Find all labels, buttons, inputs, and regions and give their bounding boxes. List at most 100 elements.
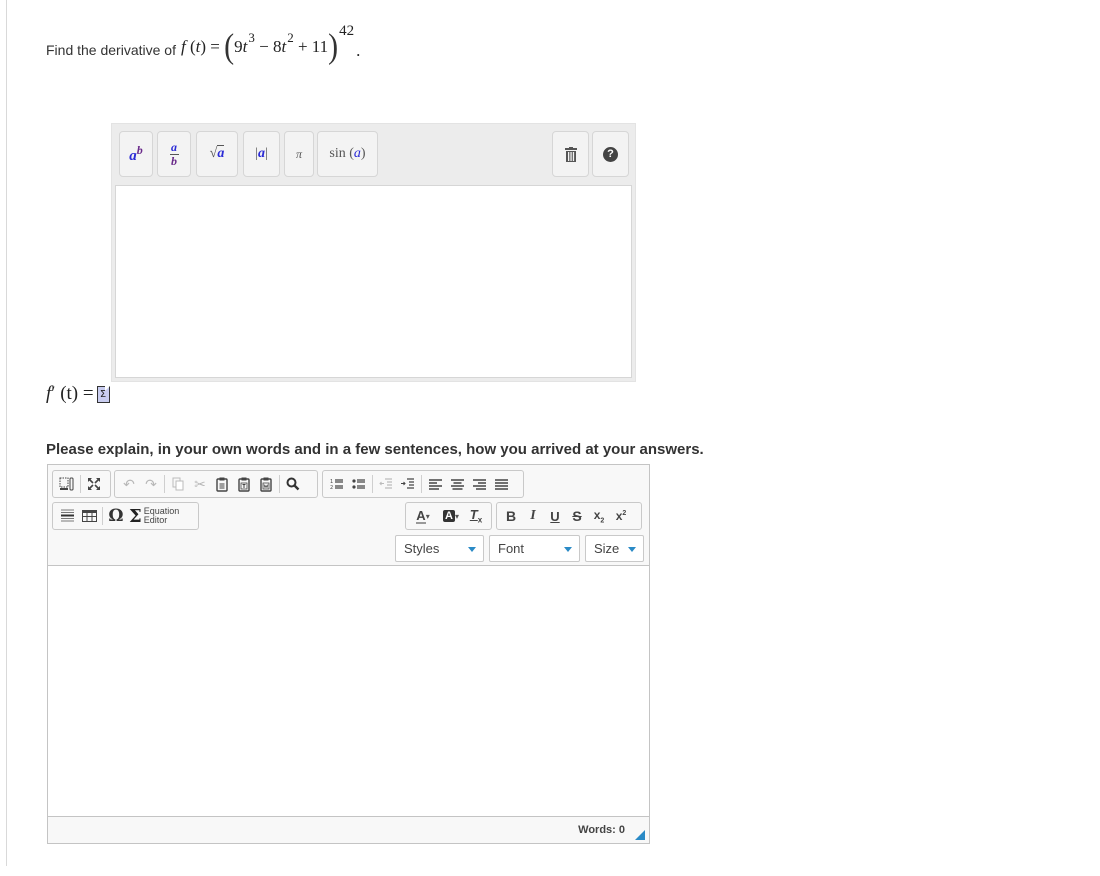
special-char-button[interactable]: Ω [105, 505, 127, 527]
absolute-value-button[interactable]: |a| [243, 131, 280, 177]
toolbar-group-clipboard: ↶ ↷ ✂ [114, 470, 318, 498]
styles-dropdown[interactable]: Styles [395, 535, 484, 562]
paste-icon [216, 477, 228, 492]
editor-toolbar: ↶ ↷ ✂ 12 Ω Σ Equation Editor A ▾ A ▾ Tx … [48, 465, 649, 566]
subscript-button[interactable]: x2 [588, 505, 610, 527]
toolbar-group-view [52, 470, 111, 498]
sin-button[interactable]: sin (a) [317, 131, 378, 177]
maximize-button[interactable] [83, 473, 105, 495]
align-center-button[interactable] [446, 473, 468, 495]
background-color-button[interactable]: A ▾ [437, 505, 465, 527]
search-icon [286, 477, 300, 491]
horizontal-line-icon [60, 509, 74, 522]
copy-button[interactable] [167, 473, 189, 495]
decrease-indent-button[interactable] [375, 473, 397, 495]
bulleted-list-button[interactable] [348, 473, 370, 495]
word-count: Words: 0 [578, 824, 625, 836]
subscript-icon: x2 [593, 507, 605, 525]
bold-button[interactable]: B [500, 505, 522, 527]
copy-icon [172, 477, 184, 491]
fraction-button[interactable]: ab [157, 131, 191, 177]
help-icon: ? [603, 146, 618, 162]
toolbar-group-basicstyles: B I U S x2 x2 [496, 502, 642, 530]
omega-icon: Ω [108, 506, 124, 526]
exponent-button[interactable]: ab [119, 131, 153, 177]
chevron-down-icon [468, 547, 476, 552]
undo-button[interactable]: ↶ [118, 473, 140, 495]
decrease-indent-icon [379, 478, 392, 489]
remove-format-icon: Tx [469, 507, 483, 525]
undo-icon: ↶ [123, 475, 135, 492]
increase-indent-button[interactable] [397, 473, 419, 495]
size-dropdown[interactable]: Size [585, 535, 644, 562]
toolbar-group-paragraph: 12 [322, 470, 524, 498]
chevron-down-icon [564, 547, 572, 552]
explain-prompt: Please explain, in your own words and in… [46, 441, 704, 458]
question-function: f (t) = ( 9t3 − 8t2 + 11 ) 42 . [180, 22, 361, 66]
sigma-icon: Σ [129, 505, 142, 527]
find-button[interactable] [282, 473, 304, 495]
square-root-icon: √a [209, 145, 225, 161]
toolbar-group-insert: Ω Σ Equation Editor [52, 502, 199, 530]
paste-text-button[interactable] [233, 473, 255, 495]
math-editor: ab ab √a |a| π sin (a) ? [111, 123, 636, 382]
numbered-list-button[interactable]: 12 [326, 473, 348, 495]
absolute-value-icon: |a| [255, 146, 268, 161]
question-prompt: Find the derivative of f (t) = ( 9t3 − 8… [46, 22, 360, 72]
trash-button[interactable] [552, 131, 589, 177]
numbered-list-icon: 12 [330, 479, 343, 490]
sin-icon: sin (a) [329, 146, 366, 161]
underline-icon: U [550, 508, 560, 524]
superscript-button[interactable]: x2 [610, 505, 632, 527]
justify-icon [494, 478, 508, 490]
explanation-textarea[interactable] [48, 566, 649, 817]
answer-label: f ′ (t) = Σ [46, 383, 110, 405]
cut-icon: ✂ [194, 475, 206, 492]
justify-button[interactable] [490, 473, 512, 495]
underline-button[interactable]: U [544, 505, 566, 527]
toolbar-group-colors: A ▾ A ▾ Tx [405, 502, 492, 530]
remove-format-button[interactable]: Tx [465, 505, 487, 527]
paste-text-icon [238, 477, 250, 492]
square-root-button[interactable]: √a [196, 131, 238, 177]
question-text: Find the derivative of [46, 42, 176, 58]
italic-button[interactable]: I [522, 505, 544, 527]
left-border [6, 0, 7, 866]
chevron-down-icon [628, 547, 636, 552]
rich-text-editor: ↶ ↷ ✂ 12 Ω Σ Equation Editor A ▾ A ▾ Tx … [47, 464, 650, 844]
pi-icon: π [295, 146, 302, 161]
align-right-button[interactable] [468, 473, 490, 495]
table-icon [81, 510, 97, 522]
paste-button[interactable] [211, 473, 233, 495]
align-left-button[interactable] [424, 473, 446, 495]
paste-word-icon [260, 477, 272, 492]
strikethrough-icon: S [572, 508, 582, 524]
align-center-icon [450, 478, 464, 490]
equation-preview-icon[interactable]: Σ [96, 385, 110, 403]
font-dropdown[interactable]: Font [489, 535, 580, 562]
redo-button[interactable]: ↷ [140, 473, 162, 495]
exponent-icon: ab [129, 143, 143, 164]
math-toolbar: ab ab √a |a| π sin (a) ? [112, 124, 635, 184]
align-right-icon [472, 478, 486, 490]
bulleted-list-icon [352, 479, 365, 489]
math-answer-input[interactable] [115, 185, 632, 378]
paste-word-button[interactable] [255, 473, 277, 495]
show-blocks-button[interactable] [56, 473, 78, 495]
resize-handle[interactable] [635, 830, 645, 840]
text-color-button[interactable]: A ▾ [409, 505, 437, 527]
increase-indent-icon [401, 478, 414, 489]
background-color-icon: A [443, 510, 455, 522]
table-button[interactable] [78, 505, 100, 527]
fraction-icon: ab [169, 139, 179, 168]
equation-editor-button[interactable]: Σ Equation Editor [129, 506, 179, 527]
trash-icon [564, 146, 577, 162]
cut-button[interactable]: ✂ [189, 473, 211, 495]
pi-button[interactable]: π [284, 131, 314, 177]
horizontal-line-button[interactable] [56, 505, 78, 527]
redo-icon: ↷ [145, 475, 157, 492]
help-button[interactable]: ? [592, 131, 629, 177]
editor-status-bar: Words: 0 [48, 817, 649, 843]
align-left-icon [428, 478, 442, 490]
strikethrough-button[interactable]: S [566, 505, 588, 527]
